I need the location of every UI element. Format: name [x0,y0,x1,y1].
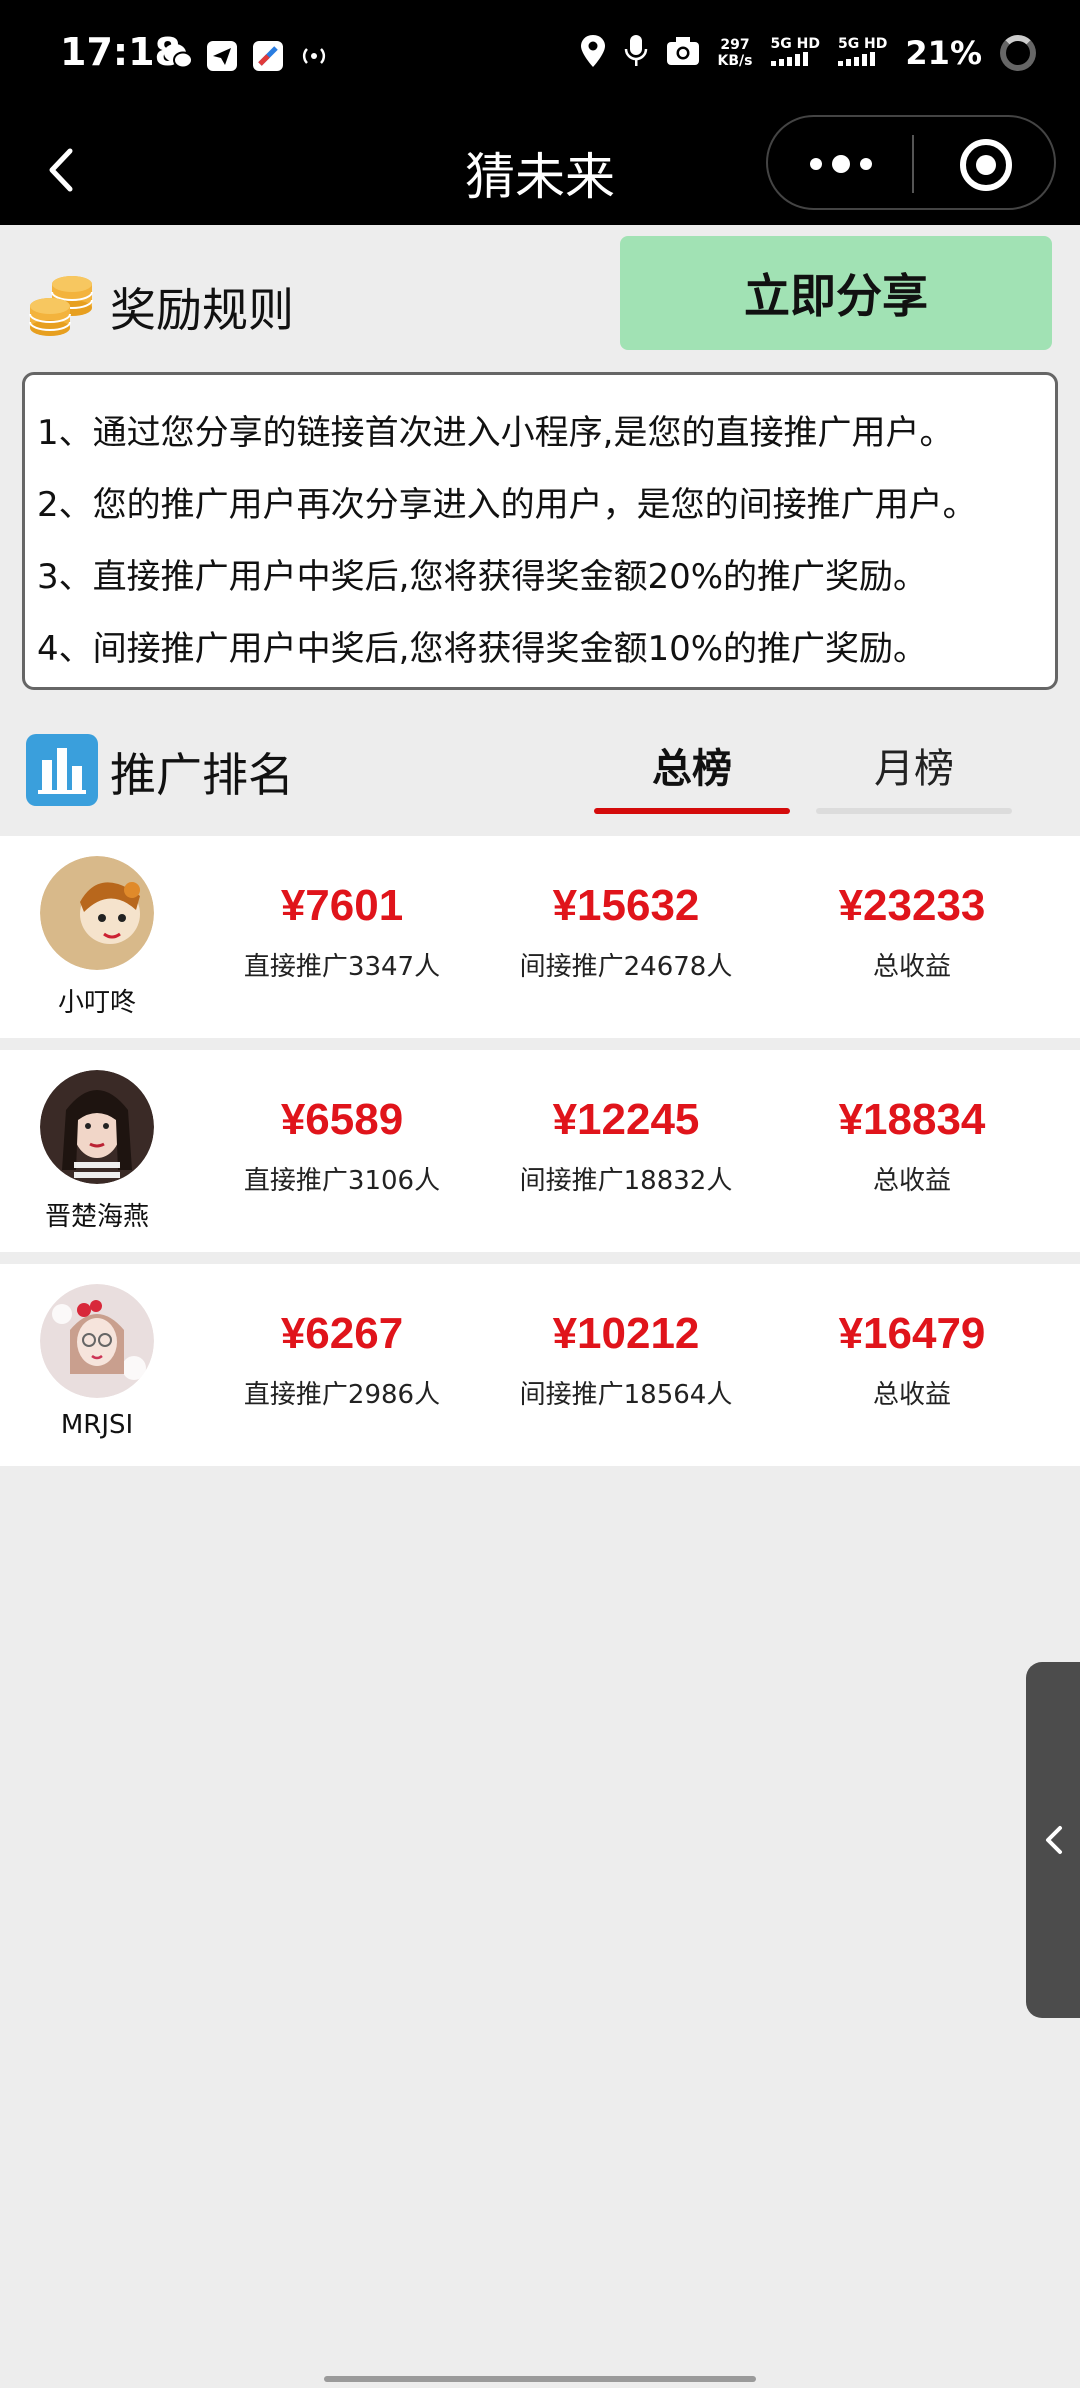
home-indicator[interactable] [324,2376,756,2382]
direct-count: 直接推广2986人 [243,1380,441,1410]
total-income: ¥23233 [838,881,986,930]
avatar [40,1284,154,1398]
signal-bars-icon [770,52,808,66]
direct-reward: ¥6589 [280,1095,404,1144]
signal-2: 5G HD [837,36,888,70]
total-stat: ¥23233 总收益 [792,878,1032,983]
ranking-header: 推广排名 [26,734,294,810]
indirect-count: 间接推广18832人 [519,1166,733,1196]
avatar [40,856,154,970]
navigation-bar: 猜未来 [0,115,1080,225]
close-miniprogram-button[interactable] [958,137,1014,193]
direct-stat: ¥7601 直接推广3347人 [222,878,462,983]
camera-icon [666,36,700,70]
status-right: 297 KB/s 5G HD 5G HD 21% [580,34,1036,72]
network-speed: 297 KB/s [718,37,753,69]
rule-line: 2、您的推广用户再次分享进入的用户，是您的间接推广用户。 [37,485,977,525]
total-stat: ¥16479 总收益 [792,1306,1032,1411]
direct-reward: ¥6267 [280,1309,404,1358]
tab-indicator [816,808,1012,814]
side-drawer-handle[interactable] [1026,1662,1080,2018]
nickname: 小叮咚 [57,988,136,1018]
indirect-reward: ¥15632 [552,881,700,930]
rule-line: 4、间接推广用户中奖后,您将获得奖金额10%的推广奖励。 [37,629,928,669]
indirect-stat: ¥12245 间接推广18832人 [506,1092,746,1197]
location-icon [580,34,606,72]
total-income: ¥16479 [838,1309,986,1358]
total-income-label: 总收益 [872,952,951,982]
indirect-stat: ¥10212 间接推广18564人 [506,1306,746,1411]
signal-1-label: 5G HD [770,36,820,52]
bar-chart-icon [26,734,98,810]
list-item: 小叮咚 ¥7601 直接推广3347人 ¥15632 间接推广24678人 ¥2… [0,836,1080,1038]
direct-count: 直接推广3106人 [243,1166,441,1196]
nickname: MRJSI [60,1410,134,1440]
tab-total-label: 总榜 [652,746,732,792]
capsule-divider [912,135,914,193]
send-icon [206,40,238,72]
more-button[interactable] [806,147,876,181]
direct-stat: ¥6589 直接推广3106人 [222,1092,462,1197]
coins-icon [28,272,96,342]
signal-2-label: 5G HD [837,36,888,52]
tab-month-label: 月榜 [874,746,954,792]
wechat-icon [162,40,194,72]
net-speed-value: 297 [720,37,750,53]
rules-box: 1、通过您分享的链接首次进入小程序,是您的直接推广用户。 2、您的推广用户再次分… [22,372,1058,690]
rules-header: 奖励规则 [28,272,294,342]
direct-stat: ¥6267 直接推广2986人 [222,1306,462,1411]
direct-reward: ¥7601 [280,881,404,930]
app-icon [252,40,284,72]
net-speed-unit: KB/s [717,53,753,69]
rule-line: 1、通过您分享的链接首次进入小程序,是您的直接推广用户。 [37,413,954,453]
nickname: 晋楚海燕 [44,1202,149,1232]
loading-icon [1000,35,1036,71]
indirect-stat: ¥15632 间接推广24678人 [506,878,746,983]
total-stat: ¥18834 总收益 [792,1092,1032,1197]
tab-month[interactable]: 月榜 [816,734,1012,814]
indirect-reward: ¥10212 [552,1309,700,1358]
user-info: 小叮咚 [22,856,172,1019]
tab-active-indicator [594,808,790,814]
avatar [40,1070,154,1184]
share-now-button[interactable]: 立即分享 [620,236,1052,350]
indirect-reward: ¥12245 [552,1095,700,1144]
user-info: MRJSI [22,1284,172,1440]
user-info: 晋楚海燕 [22,1070,172,1233]
more-dots-icon [810,155,872,173]
indirect-count: 间接推广24678人 [519,952,733,982]
rules-title: 奖励规则 [110,283,294,337]
total-income-label: 总收益 [872,1380,951,1410]
rule-line: 3、直接推广用户中奖后,您将获得奖金额20%的推广奖励。 [37,557,928,597]
chevron-left-icon [1046,1826,1062,1854]
status-bar: 17:18 297 KB/s 5G HD 5G HD 21% [0,0,1080,115]
ranking-list: 小叮咚 ¥7601 直接推广3347人 ¥15632 间接推广24678人 ¥2… [0,836,1080,1478]
signal-bars-icon [837,52,875,66]
target-close-icon [960,139,1012,191]
signal-1: 5G HD [770,36,820,70]
list-item: 晋楚海燕 ¥6589 直接推广3106人 ¥12245 间接推广18832人 ¥… [0,1050,1080,1252]
ranking-title: 推广排名 [110,748,294,802]
hotspot-icon [298,40,330,72]
indirect-count: 间接推广18564人 [519,1380,733,1410]
total-income-label: 总收益 [872,1166,951,1196]
menu-capsule [766,115,1056,210]
total-income: ¥18834 [838,1095,986,1144]
microphone-icon [624,34,648,72]
list-item: MRJSI ¥6267 直接推广2986人 ¥10212 间接推广18564人 … [0,1264,1080,1466]
direct-count: 直接推广3347人 [243,952,441,982]
battery-level: 21% [905,34,982,72]
tab-total[interactable]: 总榜 [594,734,790,814]
